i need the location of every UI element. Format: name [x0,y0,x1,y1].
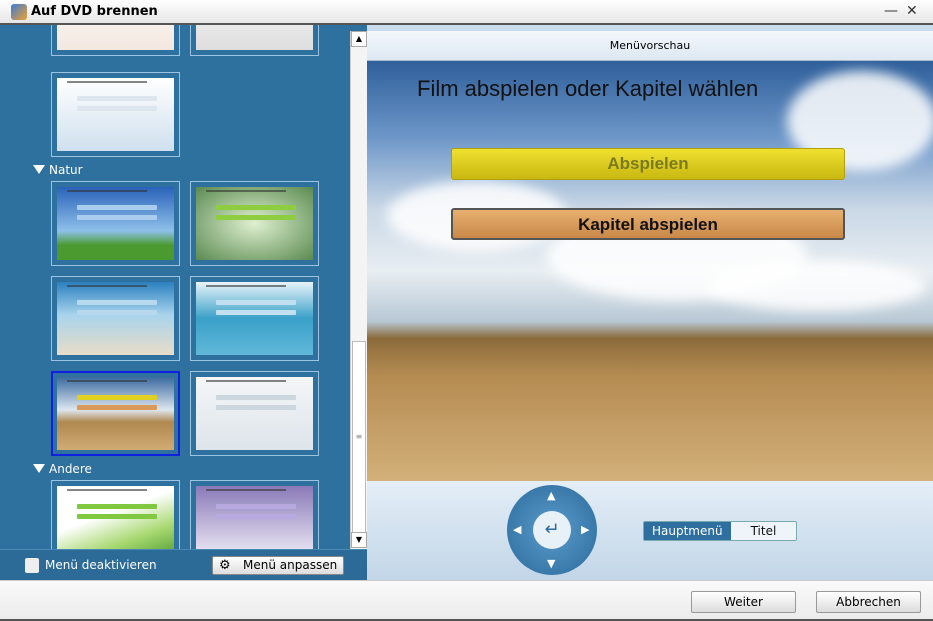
template-thumb[interactable] [190,181,319,266]
template-thumb[interactable] [190,276,319,361]
category-natur[interactable]: Natur [33,163,83,177]
template-panel: Natur Andere ▲ ≡ ▼ Menü deaktivieren ⚙ Me… [0,25,367,580]
preview-title: Film abspielen oder Kapitel wählen [417,76,759,101]
menu-preview: Film abspielen oder Kapitel wählen Abspi… [367,61,933,481]
play-chapters-button[interactable]: Kapitel abspielen [451,208,845,240]
left-arrow-icon[interactable]: ◀ [513,523,521,536]
dpad: ▲ ▼ ◀ ▶ ↵ [507,485,597,575]
scrollbar-thumb[interactable]: ≡ [352,341,366,536]
menu-view-toggle: Hauptmenü Titel [643,521,798,541]
preview-panel: Menüvorschau Film abspielen oder Kapitel… [367,25,933,580]
tab-titel[interactable]: Titel [730,522,797,540]
dialog-footer: Weiter Abbrechen [0,580,933,621]
template-thumb[interactable] [51,72,180,157]
title-bar: Auf DVD brennen — ✕ [0,0,933,25]
template-thumb[interactable] [51,25,180,56]
template-thumb[interactable] [190,25,319,56]
tab-hauptmenu[interactable]: Hauptmenü [644,522,731,540]
scrollbar[interactable]: ▲ ≡ ▼ [350,31,367,549]
enter-icon[interactable]: ↵ [533,511,571,549]
play-button[interactable]: Abspielen [451,148,845,180]
next-button[interactable]: Weiter [691,591,796,613]
panel-footer: Menü deaktivieren ⚙ Menü anpassen [0,549,367,580]
window-title: Auf DVD brennen [31,4,158,19]
up-arrow-icon[interactable]: ▲ [547,489,555,502]
down-arrow-icon[interactable]: ▼ [547,557,555,570]
minimize-button[interactable]: — [884,3,898,19]
app-dvd-icon [11,4,27,20]
close-button[interactable]: ✕ [906,3,918,19]
disable-menu-checkbox[interactable] [25,558,39,573]
category-andere[interactable]: Andere [33,462,92,476]
customize-menu-label: Menü anpassen [243,558,338,572]
preview-header: Menüvorschau [367,31,933,61]
template-thumb[interactable] [190,371,319,456]
gear-icon: ⚙ [219,558,231,573]
template-thumb[interactable] [51,181,180,266]
right-arrow-icon[interactable]: ▶ [581,523,589,536]
template-thumb-selected[interactable] [51,371,180,456]
disable-menu-label[interactable]: Menü deaktivieren [45,558,157,572]
customize-menu-button[interactable]: ⚙ Menü anpassen [212,556,344,575]
template-thumb[interactable] [51,276,180,361]
scroll-up-icon[interactable]: ▲ [351,31,367,47]
cancel-button[interactable]: Abbrechen [816,591,921,613]
remote-controls: ▲ ▼ ◀ ▶ ↵ Hauptmenü Titel [367,481,933,580]
scroll-down-icon[interactable]: ▼ [351,532,367,548]
